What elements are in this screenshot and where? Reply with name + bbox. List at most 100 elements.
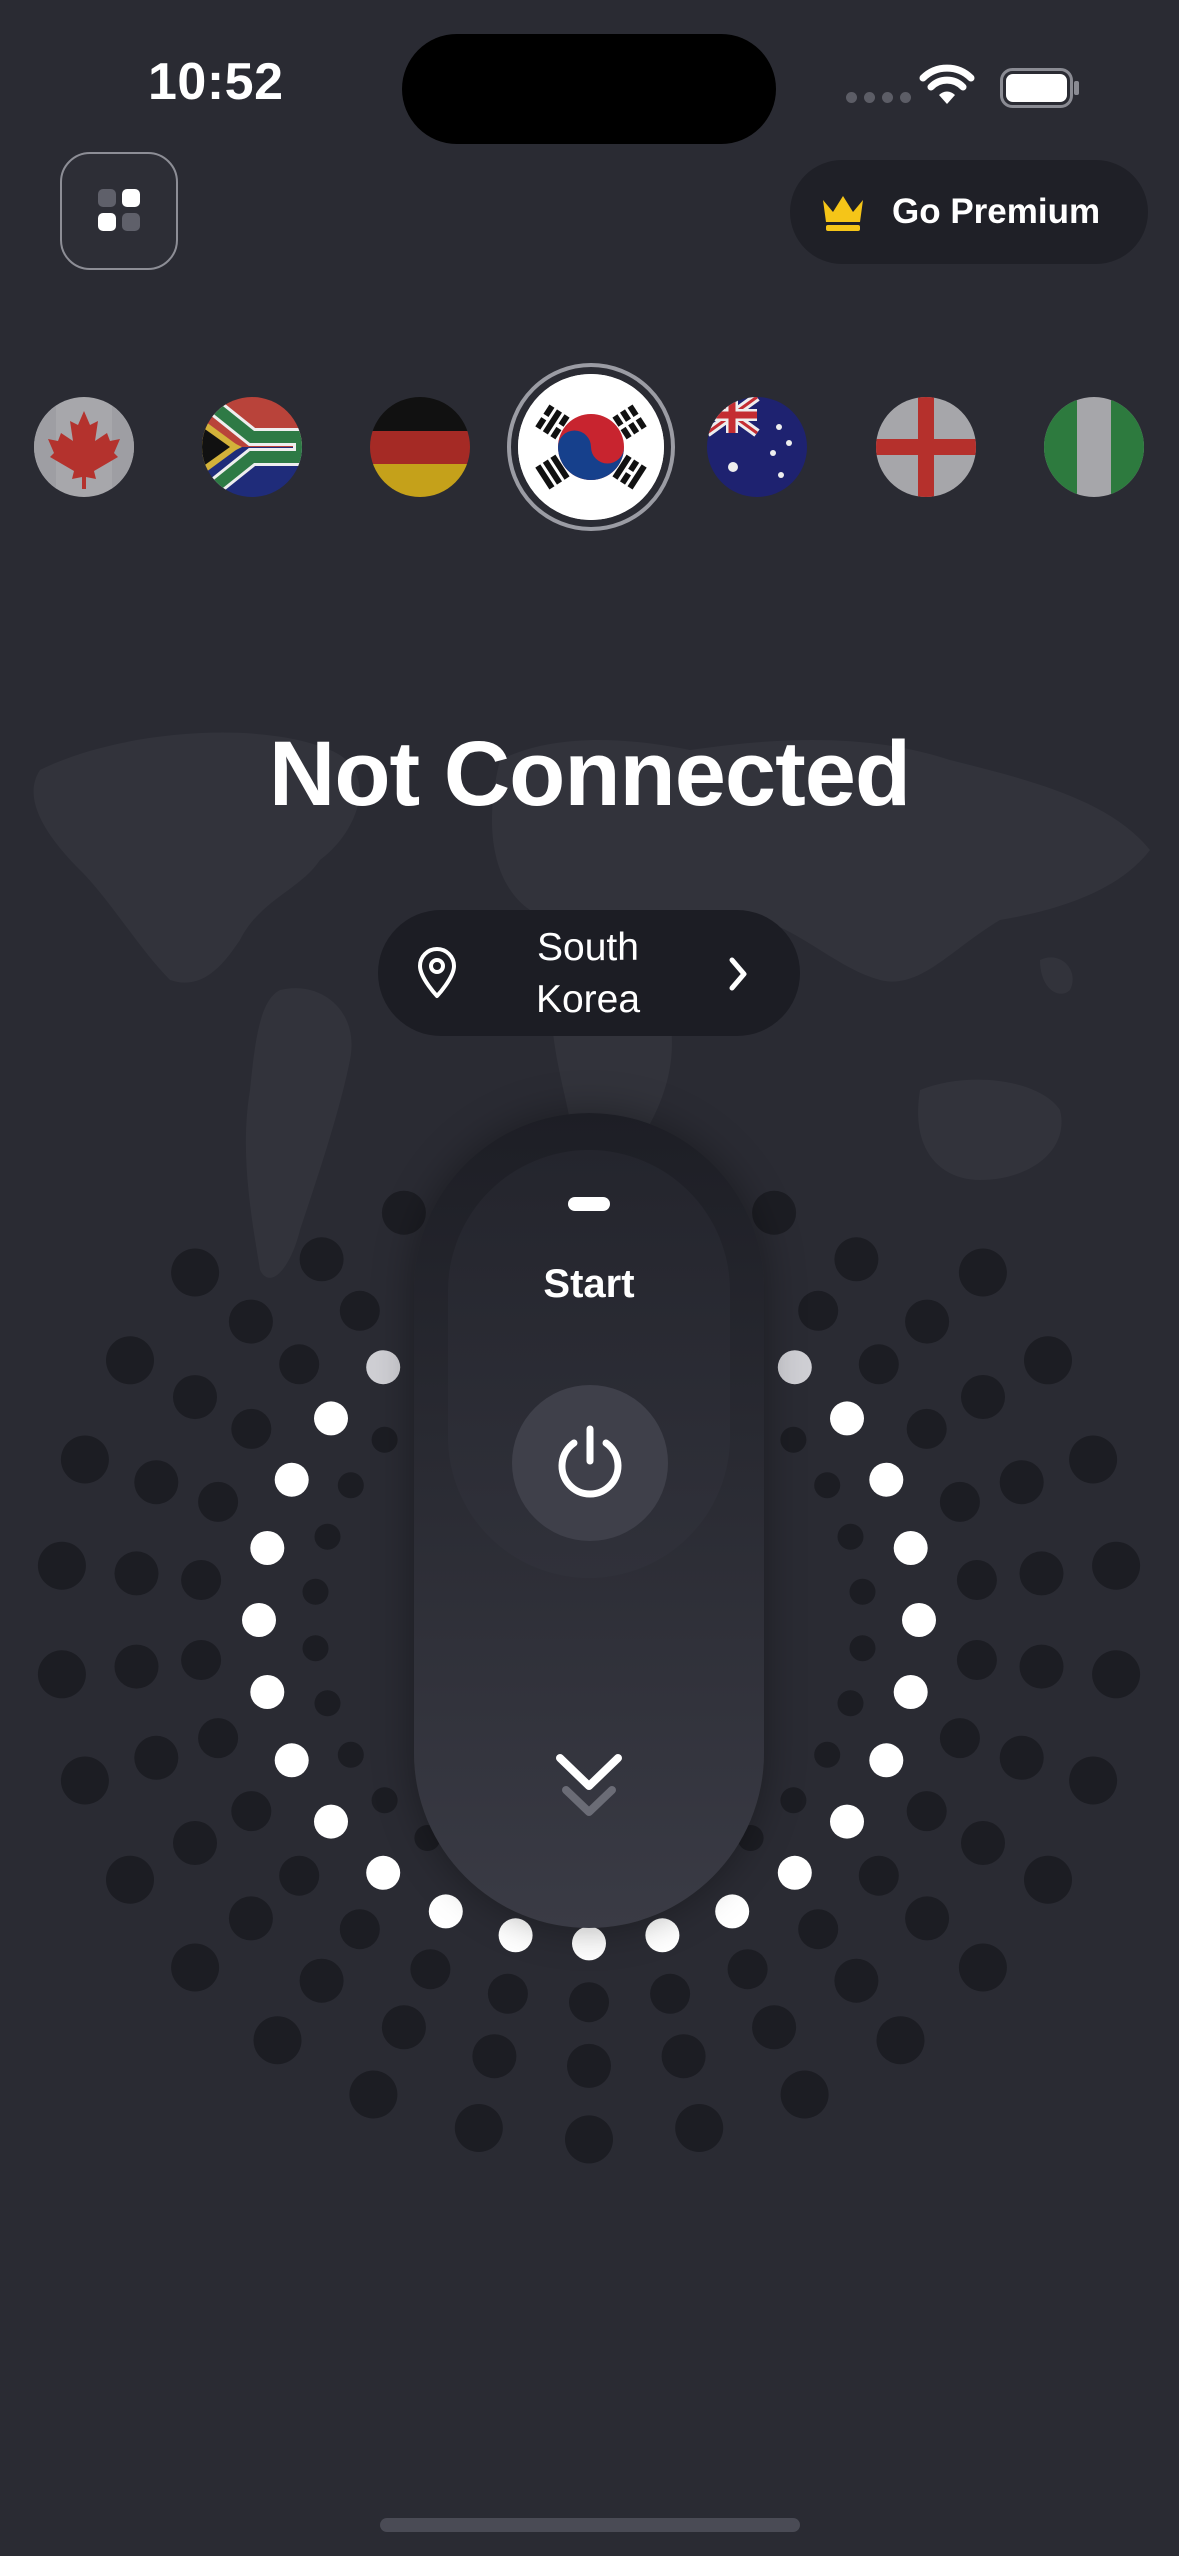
- start-label: Start: [543, 1262, 635, 1306]
- slider-handle-bar: [568, 1197, 610, 1211]
- canada-flag-icon: [34, 397, 134, 497]
- map-pin-icon: [418, 947, 456, 998]
- ring-dot: [565, 2115, 613, 2164]
- crown-icon: [823, 196, 863, 231]
- go-premium-label: Go Premium: [892, 192, 1101, 231]
- ring-dot: [798, 1290, 839, 1331]
- south-africa-flag-icon: [202, 397, 302, 497]
- ring-dot: [849, 1578, 876, 1605]
- ring-dot: [958, 1248, 1007, 1297]
- home-indicator: [380, 2518, 800, 2532]
- location-name: South Korea: [498, 922, 678, 1026]
- menu-button[interactable]: [60, 152, 178, 270]
- ring-dot: [1024, 1855, 1072, 1904]
- ring-dot: [381, 1190, 426, 1235]
- ring-dot: [134, 1460, 179, 1505]
- ring-dot: [60, 1435, 109, 1484]
- ring-dot: [893, 1531, 928, 1565]
- ring-dot: [198, 1481, 239, 1522]
- ring-dot: [777, 1855, 812, 1890]
- ring-dot: [869, 1462, 904, 1497]
- ring-dot: [1019, 1551, 1064, 1596]
- ring-dot: [339, 1290, 380, 1331]
- ring-dot: [752, 1190, 797, 1235]
- country-flag-germany[interactable]: [370, 397, 470, 497]
- ring-dot: [302, 1635, 329, 1662]
- ring-dot: [114, 1551, 159, 1596]
- ring-dot: [366, 1350, 401, 1385]
- ring-dot: [905, 1299, 950, 1344]
- ring-dot: [858, 1855, 899, 1896]
- ring-dot: [752, 2005, 797, 2050]
- country-flag-england[interactable]: [876, 397, 976, 497]
- ring-dot: [661, 2034, 706, 2079]
- ring-dot: [337, 1741, 364, 1768]
- ring-dot: [454, 2104, 503, 2152]
- ring-dot: [274, 1462, 309, 1497]
- ring-dot: [834, 1958, 879, 2003]
- ring-dot: [37, 1541, 86, 1590]
- ring-dot: [961, 1821, 1005, 1865]
- ring-dot: [1069, 1756, 1118, 1805]
- ring-dot: [299, 1958, 344, 2003]
- country-flag-south-africa[interactable]: [202, 397, 302, 497]
- ring-dot: [349, 2070, 398, 2119]
- country-flag-south-korea[interactable]: [518, 374, 664, 520]
- ring-dot: [780, 2070, 829, 2119]
- ring-dot: [906, 1408, 947, 1449]
- ring-dot: [650, 1973, 691, 2014]
- ring-dot: [114, 1644, 159, 1689]
- country-flag-canada[interactable]: [34, 397, 134, 497]
- ring-dot: [231, 1791, 272, 1832]
- grid-menu-icon: [98, 189, 140, 231]
- wifi-icon: [919, 64, 975, 104]
- go-premium-button[interactable]: Go Premium: [790, 160, 1148, 264]
- battery-icon: [1000, 68, 1079, 108]
- ring-dot: [902, 1603, 936, 1637]
- ring-dot: [337, 1472, 364, 1499]
- ring-dot: [253, 2016, 302, 2065]
- ring-dot: [339, 1909, 380, 1950]
- ring-dot: [645, 1918, 680, 1953]
- ring-dot: [814, 1472, 841, 1499]
- ring-dot: [572, 1926, 606, 1961]
- ring-dot: [830, 1804, 864, 1839]
- ring-dot: [715, 1894, 750, 1929]
- ring-dot: [906, 1791, 947, 1832]
- country-flag-nigeria[interactable]: [1044, 397, 1144, 497]
- power-icon: [558, 1425, 622, 1498]
- ring-dot: [727, 1949, 768, 1990]
- ring-dot: [228, 1299, 273, 1344]
- ring-dot: [876, 2016, 925, 2065]
- ring-dot: [1024, 1336, 1072, 1385]
- ring-dot: [472, 2034, 517, 2079]
- ring-dot: [1019, 1644, 1064, 1689]
- location-line-1: South: [537, 926, 639, 969]
- ring-dot: [1092, 1541, 1141, 1590]
- ring-dot: [1092, 1650, 1141, 1699]
- dynamic-island: [402, 34, 776, 144]
- ring-dot: [171, 1248, 220, 1297]
- ring-dot: [849, 1635, 876, 1662]
- ring-dot: [314, 1690, 341, 1717]
- ring-dot: [999, 1735, 1044, 1780]
- ring-dot: [958, 1943, 1007, 1992]
- ring-dot: [314, 1401, 348, 1436]
- ring-dot: [410, 1949, 451, 1990]
- ring-dot: [274, 1743, 309, 1778]
- location-line-2: Korea: [535, 978, 641, 1021]
- ring-dot: [567, 2043, 611, 2088]
- ring-dot: [956, 1560, 997, 1600]
- ring-dot: [173, 1821, 217, 1865]
- ring-dot: [798, 1909, 839, 1950]
- ring-dot: [905, 1896, 950, 1941]
- ring-dot: [487, 1973, 528, 2014]
- ring-dot: [171, 1943, 220, 1992]
- chevron-right-icon: [729, 957, 747, 991]
- cellular-signal-icon: [846, 92, 911, 103]
- ring-dot: [569, 1982, 609, 2023]
- ring-dot: [956, 1640, 997, 1680]
- ring-dot: [428, 1894, 463, 1929]
- country-flag-australia[interactable]: [707, 397, 807, 497]
- australia-flag-icon: [707, 397, 807, 497]
